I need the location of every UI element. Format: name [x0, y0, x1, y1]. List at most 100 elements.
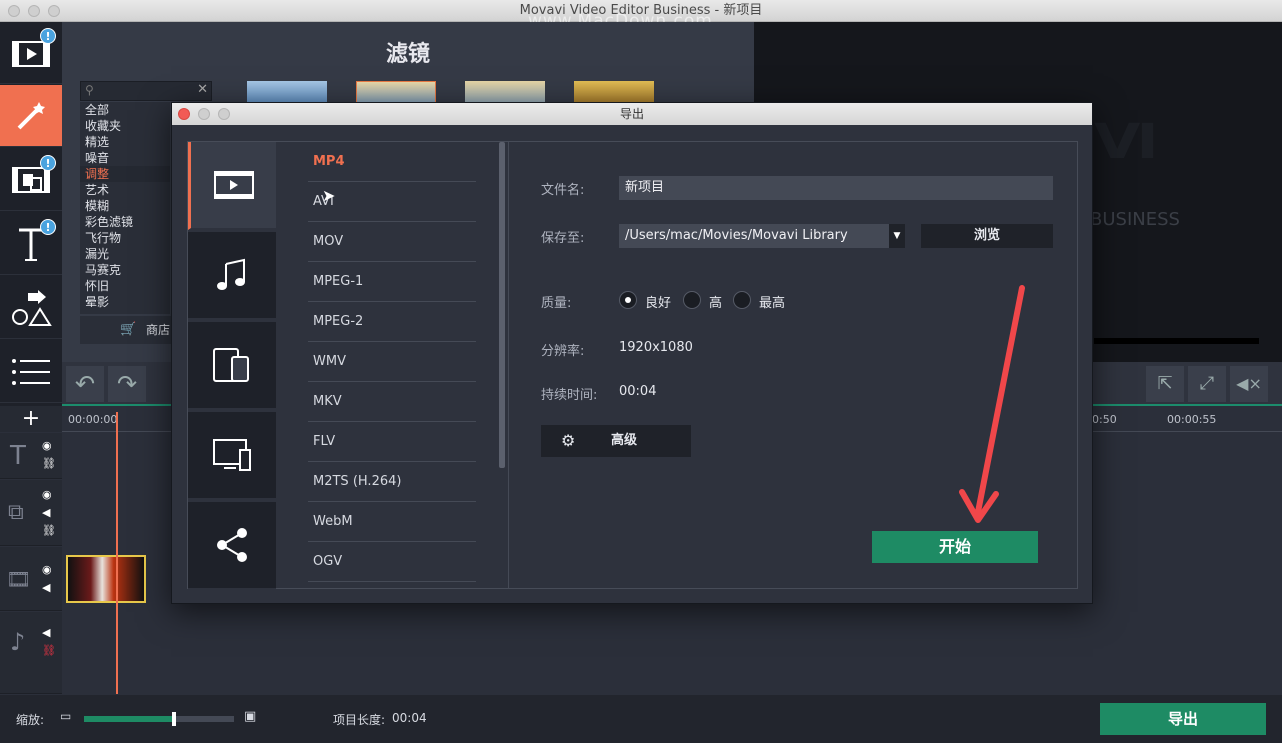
audio-files-tab[interactable]: [188, 232, 276, 320]
dialog-title: 导出: [619, 107, 644, 121]
eye-icon[interactable]: ◉: [42, 488, 52, 501]
filter-category[interactable]: 马赛克: [80, 262, 170, 278]
speaker-icon[interactable]: ◀: [42, 626, 50, 639]
save-to-select[interactable]: /Users/mac/Movies/Movavi Library ▼: [619, 224, 905, 248]
redo-icon[interactable]: ↷: [108, 366, 146, 402]
titles-button[interactable]: !: [0, 213, 62, 275]
close-window-button[interactable]: [8, 5, 20, 17]
video-icon: [213, 171, 254, 199]
timeline-tick: 0:50: [1092, 413, 1117, 426]
filter-category[interactable]: 精选: [80, 134, 170, 150]
undo-icon[interactable]: ↶: [66, 366, 104, 402]
filter-search-input[interactable]: ⚲ ✕: [80, 81, 212, 101]
link-icon[interactable]: ⛓: [42, 457, 56, 470]
unlink-icon[interactable]: ⛓: [42, 644, 56, 657]
format-item[interactable]: MOV: [308, 222, 476, 262]
resolution-label: 分辨率:: [541, 344, 585, 359]
filter-category[interactable]: 彩色滤镜: [80, 214, 170, 230]
dialog-titlebar: 导出: [172, 103, 1092, 125]
filename-input[interactable]: 新项目: [619, 176, 1053, 200]
filter-thumbnail[interactable]: [247, 81, 327, 103]
eye-icon[interactable]: ◉: [42, 563, 52, 576]
transitions-button[interactable]: !: [0, 149, 62, 211]
zoom-slider-fill: [84, 716, 174, 722]
format-item-selected[interactable]: MP4: [308, 142, 476, 182]
share-icon: [217, 528, 247, 562]
format-item[interactable]: MPEG-2: [308, 302, 476, 342]
share-tab[interactable]: [188, 502, 276, 590]
format-item[interactable]: WebM: [308, 502, 476, 542]
filter-category[interactable]: 晕影: [80, 294, 170, 310]
quality-option: 高: [709, 296, 723, 311]
title-track-header: T ◉ ⛓: [0, 433, 62, 479]
zoom-slider-handle[interactable]: [172, 712, 176, 726]
text-track-icon: T: [10, 441, 26, 471]
speaker-icon[interactable]: ◀: [42, 506, 50, 519]
video-files-tab[interactable]: [188, 142, 276, 230]
minimize-window-button[interactable]: [28, 5, 40, 17]
filter-category[interactable]: 怀旧: [80, 278, 170, 294]
project-length: 00:04: [392, 711, 427, 725]
export-button[interactable]: 导出: [1100, 703, 1266, 735]
format-item[interactable]: FLV: [308, 422, 476, 462]
filter-thumbnail[interactable]: [574, 81, 654, 103]
devices-tab[interactable]: [188, 322, 276, 410]
project-length-label: 项目长度:: [333, 713, 386, 727]
format-item[interactable]: MKV: [308, 382, 476, 422]
zoom-out-icon[interactable]: ▭: [60, 709, 71, 723]
dialog-close-button[interactable]: [178, 108, 190, 120]
quality-radio-good[interactable]: [619, 291, 637, 309]
tv-tab[interactable]: [188, 412, 276, 500]
quality-radio-high[interactable]: [683, 291, 701, 309]
filter-category[interactable]: 噪音: [80, 150, 170, 166]
add-track-icon[interactable]: +: [0, 406, 62, 432]
more-tools-button[interactable]: [0, 341, 62, 403]
filter-category[interactable]: 模糊: [80, 198, 170, 214]
zoom-in-icon[interactable]: ▣: [244, 709, 256, 724]
filter-category[interactable]: 全部: [80, 102, 170, 118]
filter-thumbnail[interactable]: [356, 81, 436, 103]
search-icon: ⚲: [85, 83, 94, 97]
mute-icon[interactable]: ◀×: [1230, 366, 1268, 402]
fullscreen-icon[interactable]: ⤢: [1188, 366, 1226, 402]
quality-radio-best[interactable]: [733, 291, 751, 309]
callouts-button[interactable]: [0, 277, 62, 339]
annotation-arrow-icon: [959, 285, 1025, 523]
filter-category[interactable]: 收藏夹: [80, 118, 170, 134]
preview-brand: BUSINESS: [1090, 209, 1180, 230]
dialog-zoom-button[interactable]: [218, 108, 230, 120]
cart-icon: 🛒: [120, 322, 137, 337]
format-item[interactable]: MPEG-1: [308, 262, 476, 302]
format-list-scrollbar[interactable]: [499, 142, 505, 468]
link-icon[interactable]: ⛓: [42, 524, 56, 537]
filter-category-selected[interactable]: 调整: [80, 166, 170, 182]
chevron-down-icon[interactable]: ▼: [889, 224, 905, 248]
filters-button[interactable]: [0, 85, 62, 147]
popout-icon[interactable]: ⇱: [1146, 366, 1184, 402]
store-button[interactable]: 🛒 商店: [80, 316, 172, 344]
filter-category[interactable]: 艺术: [80, 182, 170, 198]
playhead[interactable]: [116, 412, 118, 694]
filter-thumbnail[interactable]: [465, 81, 545, 103]
filter-category[interactable]: 漏光: [80, 246, 170, 262]
filter-category[interactable]: 飞行物: [80, 230, 170, 246]
format-item[interactable]: OGV: [308, 542, 476, 582]
quality-option: 最高: [759, 296, 786, 311]
import-media-button[interactable]: !: [0, 22, 62, 84]
clear-search-icon[interactable]: ✕: [197, 82, 208, 97]
filter-category-list: 全部 收藏夹 精选 噪音 调整 艺术 模糊 彩色滤镜 飞行物 漏光 马赛克 怀旧…: [80, 102, 170, 314]
browse-button[interactable]: 浏览: [921, 224, 1053, 248]
speaker-icon[interactable]: ◀: [42, 581, 50, 594]
format-item[interactable]: M2TS (H.264): [308, 462, 476, 502]
eye-icon[interactable]: ◉: [42, 439, 52, 452]
zoom-window-button[interactable]: [48, 5, 60, 17]
preview-progress: [1094, 338, 1259, 344]
zoom-slider[interactable]: [84, 712, 234, 726]
video-clip[interactable]: [66, 555, 146, 603]
audio-track-header: ♪ ◀ ⛓: [0, 612, 62, 694]
format-item[interactable]: WMV: [308, 342, 476, 382]
dialog-minimize-button[interactable]: [198, 108, 210, 120]
notification-badge: !: [40, 219, 56, 235]
advanced-button[interactable]: ⚙ 高级: [541, 425, 691, 457]
overlay-track-icon: ⧉: [8, 500, 24, 525]
